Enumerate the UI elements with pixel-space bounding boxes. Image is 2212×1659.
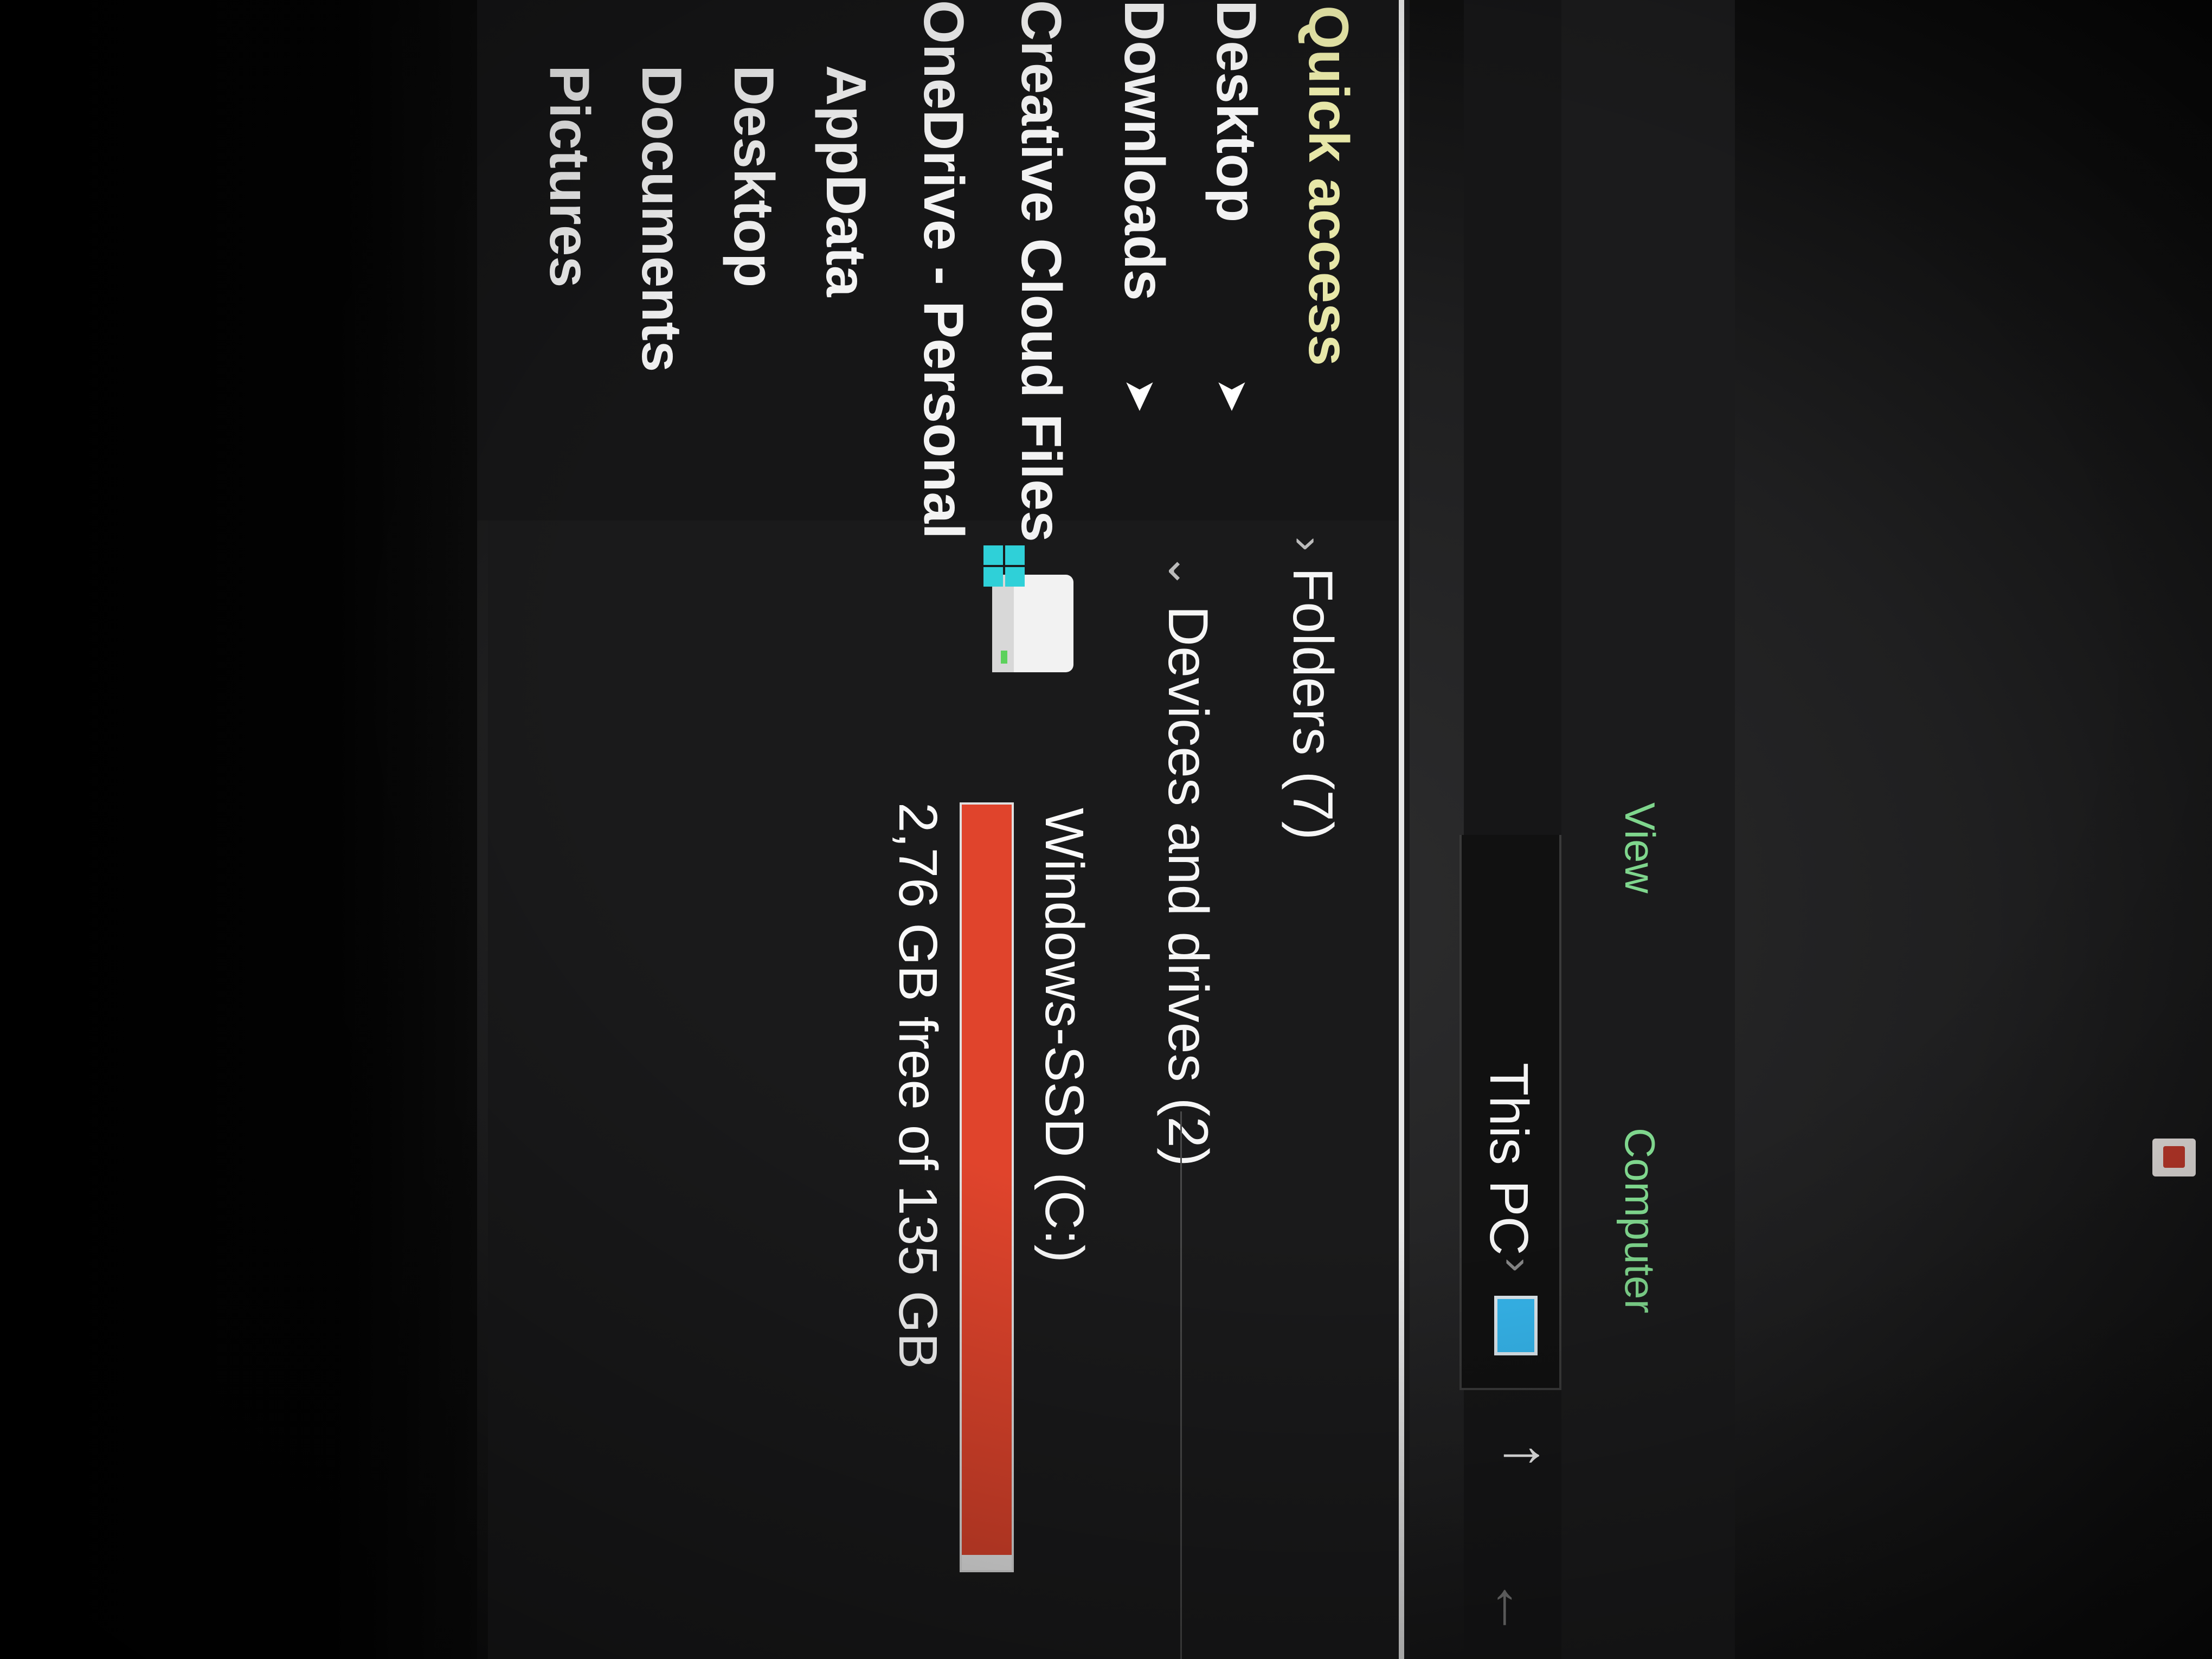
navigation-bar: ← ↑ › This PC <box>1459 0 1561 1659</box>
sidebar-item-appdata[interactable]: AppData <box>792 0 900 520</box>
drive-c[interactable]: Windows-SSD (C:) 2,76 GB free of 135 GB <box>888 542 1095 1572</box>
up-arrow-icon[interactable]: ↑ <box>1493 1426 1560 1486</box>
drive-name: Windows-SSD (C:) <box>1034 808 1095 1263</box>
pdf-app-icon[interactable] <box>2152 1139 2196 1176</box>
group-folders-label: Folders (7) <box>1281 567 1344 840</box>
sidebar-item-desktop[interactable]: Desktop <box>699 0 808 520</box>
screen-photo: Computer View ← ↑ › This PC Quick access… <box>0 0 2212 1659</box>
group-divider <box>1180 1111 1182 1659</box>
windows-drive-icon <box>983 545 1073 672</box>
sidebar-item-label: AppData <box>814 65 878 297</box>
sidebar-item-label: Desktop <box>1205 0 1268 223</box>
sidebar-item-creative-cloud[interactable]: Creative Cloud Files <box>987 0 1095 542</box>
monitor-bezel <box>0 0 477 1659</box>
monitor-icon <box>1494 1296 1538 1355</box>
pane-divider <box>1399 0 1404 1659</box>
sidebar-item-label: Documents <box>630 65 693 372</box>
sidebar-item-label: Desktop <box>722 65 786 288</box>
sidebar-item-label: OneDrive - Personal <box>912 0 975 539</box>
sidebar-item-documents[interactable]: Documents <box>607 0 716 520</box>
address-bar[interactable]: › This PC <box>1459 835 1561 1390</box>
file-explorer-window: Computer View ← ↑ › This PC Quick access… <box>477 0 2212 1659</box>
drive-usage-bar <box>960 802 1014 1572</box>
breadcrumb-chevron-icon[interactable]: › <box>1493 1258 1543 1272</box>
sidebar-item-onedrive[interactable]: OneDrive - Personal <box>889 0 998 539</box>
sidebar-item-pictures[interactable]: Pictures <box>515 0 623 520</box>
group-devices-label: Devices and drives (2) <box>1156 606 1219 1167</box>
tab-computer[interactable]: Computer <box>1615 1128 1664 1313</box>
tab-view[interactable]: View <box>1615 802 1664 893</box>
pin-icon[interactable]: ➤ <box>1120 380 1163 417</box>
sidebar-item-label: Creative Cloud Files <box>1009 0 1073 542</box>
navigation-pane: Quick access Desktop ➤ Downloads ➤ Creat… <box>477 0 1399 542</box>
quick-access-toolbar <box>2152 1139 2196 1176</box>
sidebar-item-label: Quick access <box>1297 5 1360 366</box>
sidebar-item-quick-access[interactable]: Quick access <box>1274 0 1382 520</box>
back-arrow-icon[interactable]: ← <box>1482 1578 1549 1637</box>
sidebar-item-desktop-pinned[interactable]: Desktop ➤ <box>1182 0 1290 520</box>
chevron-right-icon[interactable]: › <box>1283 537 1333 551</box>
sidebar-item-label: Downloads <box>1113 0 1176 301</box>
drive-free-space: 2,76 GB free of 135 GB <box>888 802 948 1369</box>
group-folders[interactable]: › Folders (7) <box>1280 537 1345 840</box>
pin-icon[interactable]: ➤ <box>1212 380 1255 417</box>
breadcrumb-this-pc[interactable]: This PC <box>1477 1063 1540 1256</box>
sidebar-item-downloads-pinned[interactable]: Downloads ➤ <box>1090 0 1198 520</box>
drive-usage-fill <box>962 805 1012 1555</box>
sidebar-item-label: Pictures <box>538 65 601 288</box>
group-devices-and-drives[interactable]: ⌄ Devices and drives (2) <box>1155 553 1220 1167</box>
chevron-down-icon[interactable]: ⌄ <box>1159 553 1209 589</box>
